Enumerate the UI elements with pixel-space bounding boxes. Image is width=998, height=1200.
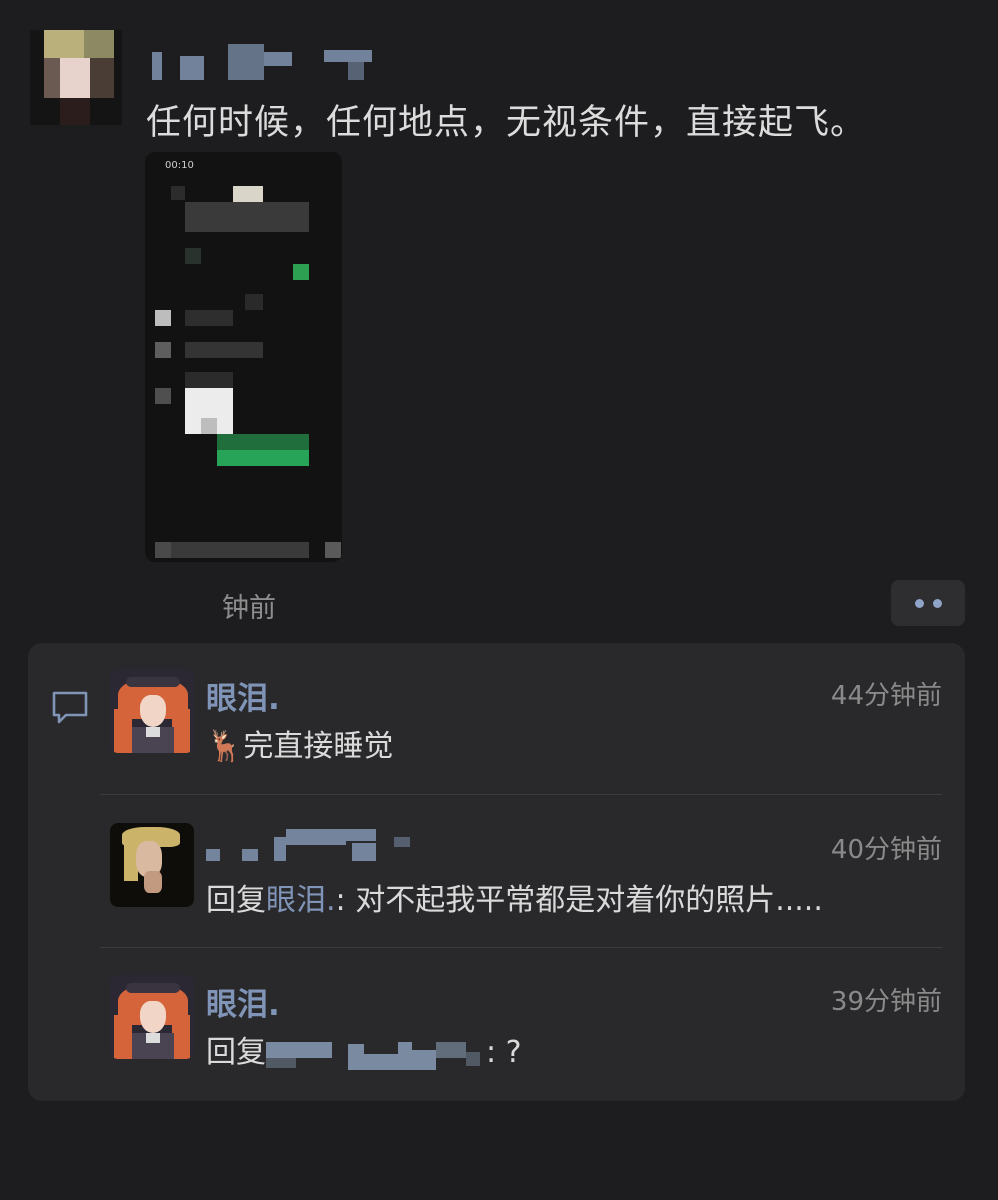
mosaic-block bbox=[293, 264, 309, 280]
post-author-name-mosaic[interactable] bbox=[152, 44, 392, 80]
commenter-name-mosaic[interactable] bbox=[206, 829, 426, 861]
comment-item[interactable]: 眼泪. 44分钟前 🦌完直接睡觉 bbox=[110, 669, 942, 779]
mosaic-block bbox=[206, 849, 220, 861]
comment-body-text: : ? bbox=[486, 1035, 522, 1070]
mosaic-block bbox=[264, 52, 292, 66]
moments-page: 任何时候，任何地点，无视条件，直接起飞。 00:10 钟前 眼泪. 44分钟前 … bbox=[0, 0, 998, 1200]
comment-text: 🦌完直接睡觉 bbox=[206, 721, 393, 765]
avatar-pixel bbox=[60, 58, 90, 98]
avatar-hair bbox=[172, 1015, 190, 1059]
mosaic-block bbox=[266, 1057, 296, 1068]
comment-bubble-icon bbox=[52, 691, 88, 724]
reply-prefix: 回复 bbox=[206, 1035, 266, 1070]
more-dots-icon[interactable] bbox=[891, 580, 965, 626]
avatar-face bbox=[140, 695, 166, 727]
divider bbox=[100, 794, 942, 795]
avatar[interactable] bbox=[110, 823, 194, 907]
comment-time: 39分钟前 bbox=[830, 987, 942, 1017]
avatar-bow bbox=[146, 1033, 160, 1043]
mosaic-block bbox=[155, 388, 171, 404]
avatar-hair bbox=[172, 709, 190, 753]
avatar-pixel bbox=[44, 30, 84, 60]
comments-panel: 眼泪. 44分钟前 🦌完直接睡觉 40分钟前 回复眼泪.: 对不起我平常都是对着… bbox=[28, 643, 965, 1101]
mosaic-block bbox=[217, 434, 309, 450]
mosaic-block bbox=[346, 829, 376, 841]
post-text: 任何时候，任何地点，无视条件，直接起飞。 bbox=[146, 103, 867, 143]
avatar-pixel bbox=[84, 30, 114, 60]
mosaic-block bbox=[180, 56, 204, 80]
avatar-bow bbox=[146, 727, 160, 737]
mosaic-block bbox=[171, 542, 309, 558]
avatar-hand bbox=[144, 871, 162, 893]
avatar-pixel bbox=[44, 58, 60, 98]
mosaic-block bbox=[185, 202, 309, 232]
deer-emoji-icon: 🦌 bbox=[206, 729, 244, 764]
mosaic-block bbox=[155, 310, 171, 326]
avatar-pixel bbox=[90, 58, 114, 98]
dot bbox=[932, 598, 942, 608]
post-author-avatar[interactable] bbox=[30, 30, 122, 125]
mosaic-block bbox=[185, 342, 263, 358]
mosaic-block bbox=[185, 310, 233, 326]
mosaic-block bbox=[233, 186, 263, 202]
comment-item[interactable]: 40分钟前 回复眼泪.: 对不起我平常都是对着你的照片..... bbox=[110, 823, 942, 933]
mosaic-block bbox=[412, 1049, 436, 1070]
mosaic-block bbox=[171, 186, 185, 200]
comment-text: 回复眼泪.: 对不起我平常都是对着你的照片..... bbox=[206, 875, 823, 919]
mosaic-block bbox=[364, 1053, 398, 1070]
avatar-hair bbox=[114, 709, 132, 753]
comment-time: 40分钟前 bbox=[830, 835, 942, 865]
comment-body-text: 完直接睡觉 bbox=[243, 729, 394, 764]
mosaic-block bbox=[325, 542, 341, 558]
avatar-face bbox=[140, 1001, 166, 1033]
reply-to-name[interactable]: 眼泪. bbox=[266, 883, 336, 918]
commenter-name[interactable]: 眼泪. bbox=[206, 673, 280, 718]
commenter-name[interactable]: 眼泪. bbox=[206, 979, 280, 1024]
comment-item[interactable]: 眼泪. 39分钟前 回复 : ? bbox=[110, 975, 942, 1085]
mosaic-block bbox=[348, 62, 364, 80]
avatar[interactable] bbox=[110, 975, 194, 1059]
mosaic-block bbox=[398, 1041, 412, 1070]
avatar[interactable] bbox=[110, 669, 194, 753]
mosaic-block bbox=[266, 1041, 332, 1058]
comment-time: 44分钟前 bbox=[830, 681, 942, 711]
mosaic-block bbox=[324, 50, 372, 62]
mosaic-block bbox=[348, 1043, 364, 1070]
mosaic-block bbox=[228, 44, 264, 80]
avatar-headband bbox=[126, 983, 180, 993]
mosaic-block bbox=[155, 342, 171, 358]
mosaic-block bbox=[201, 418, 217, 434]
divider bbox=[100, 947, 942, 948]
comment-body-text: : 对不起我平常都是对着你的照片..... bbox=[335, 883, 823, 918]
mosaic-block bbox=[286, 829, 346, 845]
mosaic-block bbox=[185, 248, 201, 264]
mosaic-block bbox=[394, 837, 410, 847]
mosaic-block bbox=[352, 843, 376, 861]
image-status-time: 00:10 bbox=[165, 160, 194, 171]
mosaic-block bbox=[217, 450, 309, 466]
comment-text: 回复 : ? bbox=[206, 1027, 522, 1071]
mosaic-block bbox=[466, 1051, 480, 1066]
reply-prefix: 回复 bbox=[206, 883, 266, 918]
avatar-hair bbox=[114, 1015, 132, 1059]
avatar-pixel bbox=[60, 98, 90, 125]
post-image-thumbnail[interactable]: 00:10 bbox=[145, 152, 342, 562]
mosaic-block bbox=[245, 294, 263, 310]
mosaic-block bbox=[152, 52, 162, 80]
avatar-headband bbox=[126, 677, 180, 687]
mosaic-block bbox=[155, 542, 171, 558]
mosaic-block bbox=[185, 372, 233, 388]
reply-to-name-mosaic[interactable] bbox=[266, 1038, 486, 1070]
dot bbox=[914, 598, 924, 608]
mosaic-block bbox=[274, 837, 286, 861]
mosaic-block bbox=[242, 849, 258, 861]
mosaic-block bbox=[436, 1041, 466, 1058]
post-time-ago: 钟前 bbox=[222, 593, 276, 624]
